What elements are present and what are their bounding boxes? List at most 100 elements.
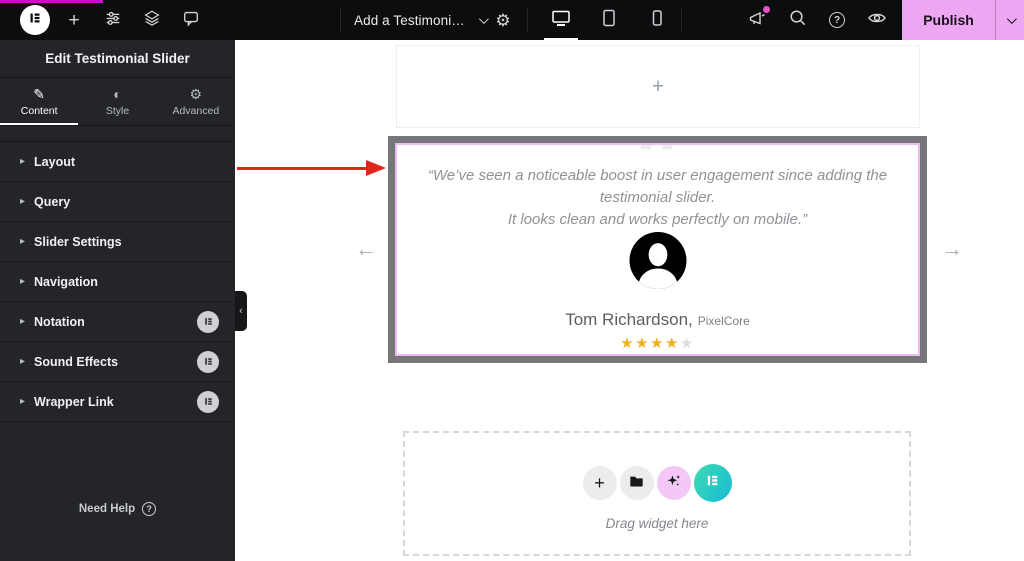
author-name: Tom Richardson,: [565, 310, 693, 329]
need-help-label: Need Help: [78, 503, 136, 515]
section-label: Navigation: [34, 274, 98, 289]
topbar-separator: [527, 8, 528, 32]
slider-next-arrow[interactable]: →: [941, 238, 963, 260]
add-template-button[interactable]: [619, 466, 654, 500]
publish-options-button[interactable]: [995, 0, 1024, 40]
whats-new-button[interactable]: [738, 0, 776, 40]
device-desktop-button[interactable]: [537, 0, 585, 40]
preview-button[interactable]: [858, 0, 896, 40]
topbar-separator: [340, 8, 341, 32]
drag-widget-dropzone[interactable]: + Drag widget here: [403, 431, 911, 556]
section-label: Sound Effects: [34, 354, 119, 369]
chevron-down-icon: [1006, 13, 1017, 24]
panel-tabs: ✎ Content ◐ Style ⚙ Advanced: [0, 78, 235, 126]
elementor-library-button[interactable]: [693, 464, 732, 502]
empty-section-dropzone[interactable]: +: [396, 45, 920, 128]
author-company: PixelCore: [697, 314, 750, 328]
caret-right-icon: ▸: [20, 155, 26, 167]
tab-style[interactable]: ◐ Style: [78, 78, 156, 125]
caret-right-icon: ▸: [20, 355, 26, 367]
arrow-head: [366, 160, 386, 176]
section-slider-settings[interactable]: ▸ Slider Settings: [0, 222, 235, 262]
section-query[interactable]: ▸ Query: [0, 182, 235, 222]
layers-icon: [143, 9, 161, 32]
section-label: Layout: [34, 154, 76, 169]
annotation-arrow: [237, 160, 388, 176]
search-icon: [788, 8, 807, 32]
section-label: Slider Settings: [34, 234, 122, 249]
elementor-logo-icon: [703, 471, 722, 495]
publish-label: Publish: [923, 12, 974, 28]
help-icon: ?: [829, 12, 845, 28]
caret-right-icon: ▸: [20, 275, 26, 287]
section-navigation[interactable]: ▸ Navigation: [0, 262, 235, 302]
document-title: Add a Testimoni…: [354, 12, 465, 28]
testimonial-quote: “We’ve seen a noticeable boost in user e…: [397, 165, 918, 230]
editor-canvas: + ← → “ “We’ve seen a noticeable boost i…: [235, 40, 1024, 561]
sparkles-icon: [665, 472, 683, 495]
elementor-editor: + Add a Testimoni… ⚙ ? Publish Edit Test…: [0, 0, 1024, 561]
document-switcher[interactable]: Add a Testimoni…: [354, 0, 489, 40]
quote-line-2: It looks clean and works perfectly on mo…: [507, 210, 808, 228]
avatar: [629, 232, 686, 289]
add-section-button[interactable]: +: [582, 466, 617, 500]
contrast-icon: ◐: [113, 85, 122, 102]
tab-label: Style: [105, 104, 130, 117]
section-notation[interactable]: ▸ Notation: [0, 302, 235, 342]
elementor-logo-icon: [26, 9, 44, 32]
notification-dot: [763, 5, 770, 13]
help-icon: ?: [142, 502, 157, 516]
section-label: Query: [34, 194, 71, 209]
structure-button[interactable]: [133, 0, 171, 40]
site-settings-button[interactable]: [94, 0, 132, 40]
section-label: Wrapper Link: [34, 394, 114, 409]
caret-right-icon: ▸: [20, 315, 26, 327]
folder-icon: [628, 472, 645, 494]
panel-header: Edit Testimonial Slider: [0, 40, 235, 78]
panel-collapse-handle[interactable]: ‹: [235, 291, 247, 331]
gear-icon: ⚙: [189, 85, 203, 102]
testimonial-slide: “ “We’ve seen a noticeable boost in user…: [395, 143, 920, 356]
testimonial-slider-widget[interactable]: “ “We’ve seen a noticeable boost in user…: [388, 136, 927, 363]
elementor-pro-badge-icon: [197, 390, 219, 413]
tablet-icon: [600, 9, 618, 32]
drag-hint: Drag widget here: [605, 516, 709, 531]
section-layout[interactable]: ▸ Layout: [0, 142, 235, 182]
document-settings-button[interactable]: ⚙: [484, 0, 522, 40]
eye-icon: [867, 8, 887, 33]
slider-prev-arrow[interactable]: ←: [355, 238, 377, 260]
caret-right-icon: ▸: [20, 195, 26, 207]
caret-right-icon: ▸: [20, 395, 26, 407]
tab-label: Advanced: [172, 104, 220, 117]
publish-button[interactable]: Publish: [902, 0, 995, 40]
add-element-button[interactable]: +: [55, 0, 93, 40]
notes-button[interactable]: [172, 0, 210, 40]
widget-settings-panel: Edit Testimonial Slider ✎ Content ◐ Styl…: [0, 40, 235, 561]
tab-content[interactable]: ✎ Content: [0, 78, 79, 125]
section-wrapper-link[interactable]: ▸ Wrapper Link: [0, 382, 235, 422]
testimonial-author: Tom Richardson, PixelCore: [397, 310, 918, 330]
panel-sections: ▸ Layout ▸ Query ▸ Slider Settings ▸ Nav…: [0, 141, 235, 422]
section-label: Notation: [34, 314, 85, 329]
need-help-link[interactable]: Need Help ?: [0, 502, 235, 516]
tab-advanced[interactable]: ⚙ Advanced: [157, 78, 235, 125]
panel-title: Edit Testimonial Slider: [45, 51, 190, 66]
comment-icon: [182, 9, 200, 32]
elementor-menu-button[interactable]: [20, 5, 50, 35]
sliders-icon: [104, 9, 122, 32]
help-button[interactable]: ?: [818, 0, 856, 40]
plus-icon: +: [68, 9, 80, 31]
device-mobile-button[interactable]: [633, 0, 681, 40]
top-bar: + Add a Testimoni… ⚙ ? Publish: [0, 0, 1024, 40]
megaphone-icon: [746, 5, 770, 34]
gear-icon: ⚙: [495, 10, 511, 30]
finder-search-button[interactable]: [778, 0, 816, 40]
caret-right-icon: ▸: [20, 235, 26, 247]
plus-icon: +: [594, 473, 605, 493]
tab-label: Content: [20, 104, 58, 117]
topbar-separator: [681, 8, 682, 32]
section-sound-effects[interactable]: ▸ Sound Effects: [0, 342, 235, 382]
ai-builder-button[interactable]: [656, 466, 691, 500]
device-tablet-button[interactable]: [585, 0, 633, 40]
pencil-icon: ✎: [33, 85, 46, 102]
